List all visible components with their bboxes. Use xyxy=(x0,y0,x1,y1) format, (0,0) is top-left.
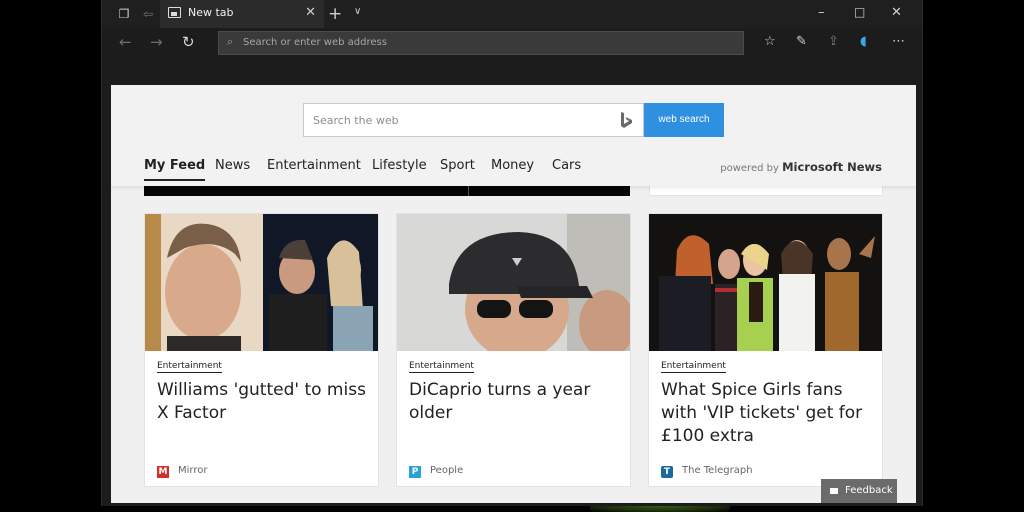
search-icon: ⌕ xyxy=(227,35,234,48)
refresh-icon[interactable]: ↻ xyxy=(182,33,195,51)
more-icon[interactable]: ⋯ xyxy=(892,34,905,50)
tab-news[interactable]: News xyxy=(215,158,250,173)
news-card[interactable]: Entertainment DiCaprio turns a year olde… xyxy=(396,213,631,487)
close-tab-icon[interactable]: ✕ xyxy=(305,5,316,21)
back-arrow-icon[interactable]: ← xyxy=(119,33,132,51)
navigation-bar: ← → ↻ ⌕ Search or enter web address ☆ ✎ … xyxy=(102,28,922,58)
title-bar: ❐ ⇦ New tab ✕ + ∨ – □ ✕ xyxy=(102,0,922,28)
forward-arrow-icon[interactable]: → xyxy=(150,33,163,51)
powered-by[interactable]: powered by Microsoft News xyxy=(720,160,882,174)
web-search-input[interactable] xyxy=(304,104,604,136)
tab-cars[interactable]: Cars xyxy=(552,158,581,173)
people-logo-icon: P xyxy=(409,466,421,478)
plus-icon[interactable]: + xyxy=(328,4,342,24)
mirror-logo-icon: M xyxy=(157,466,169,478)
minimize-icon[interactable]: – xyxy=(818,5,825,20)
card-title[interactable]: What Spice Girls fans with 'VIP tickets'… xyxy=(661,379,876,448)
tab-new-tab[interactable]: New tab ✕ xyxy=(160,0,324,28)
powered-by-brand: Microsoft News xyxy=(782,160,882,174)
news-card[interactable]: Entertainment What Spice Girls fans with… xyxy=(648,213,883,487)
web-search-box xyxy=(303,103,644,137)
newtab-favicon-icon xyxy=(168,7,181,18)
chevron-down-icon[interactable]: ∨ xyxy=(354,6,361,17)
card-image xyxy=(397,214,630,351)
shield-extension-icon[interactable]: ◖ xyxy=(860,34,867,50)
restore-tabs-icon[interactable]: ⇦ xyxy=(140,6,156,22)
card-category[interactable]: Entertainment xyxy=(661,361,726,373)
feedback-button[interactable]: Feedback xyxy=(821,479,897,503)
news-card[interactable]: Entertainment Williams 'gutted' to miss … xyxy=(144,213,379,487)
previous-card-divider xyxy=(468,186,469,196)
card-category[interactable]: Entertainment xyxy=(157,361,222,373)
web-search-button[interactable]: web search xyxy=(644,103,724,137)
powered-by-prefix: powered by xyxy=(720,163,779,174)
tab-money[interactable]: Money xyxy=(491,158,534,173)
tab-entertainment[interactable]: Entertainment xyxy=(267,158,361,173)
card-photo-dicaprio xyxy=(397,214,630,351)
feedback-label: Feedback xyxy=(845,485,893,496)
new-tab-page: web search My Feed News Entertainment Li… xyxy=(111,85,916,503)
tabs-aside-icon[interactable]: ❐ xyxy=(116,6,132,22)
card-photo-spice-girls xyxy=(649,214,882,351)
card-image xyxy=(145,214,378,351)
bing-logo-icon xyxy=(621,112,632,128)
telegraph-logo-icon: T xyxy=(661,466,673,478)
source-name: Mirror xyxy=(178,465,208,476)
tab-sport[interactable]: Sport xyxy=(440,158,475,173)
tab-my-feed[interactable]: My Feed xyxy=(144,158,206,181)
source-name: People xyxy=(430,465,464,476)
card-photo-williams xyxy=(145,214,378,351)
browser-window: ❐ ⇦ New tab ✕ + ∨ – □ ✕ ← → ↻ ⌕ Search o… xyxy=(101,0,923,506)
favorites-icon[interactable]: ☆ xyxy=(764,34,776,50)
feedback-icon xyxy=(830,488,838,494)
pen-icon[interactable]: ✎ xyxy=(796,34,807,50)
card-category[interactable]: Entertainment xyxy=(409,361,474,373)
card-image xyxy=(649,214,882,351)
card-title[interactable]: DiCaprio turns a year older xyxy=(409,379,624,425)
previous-card-bottom-right xyxy=(649,186,883,196)
card-title[interactable]: Williams 'gutted' to miss X Factor xyxy=(157,379,372,425)
page-header: web search My Feed News Entertainment Li… xyxy=(111,85,916,186)
maximize-icon[interactable]: □ xyxy=(854,5,865,19)
address-placeholder: Search or enter web address xyxy=(243,37,387,48)
close-icon[interactable]: ✕ xyxy=(891,5,902,20)
previous-card-bottom xyxy=(144,186,630,196)
share-icon[interactable]: ⇪ xyxy=(828,34,839,50)
source-name: The Telegraph xyxy=(682,465,753,476)
tab-title: New tab xyxy=(188,6,234,19)
address-bar[interactable]: ⌕ Search or enter web address xyxy=(218,31,744,55)
tab-lifestyle[interactable]: Lifestyle xyxy=(372,158,427,173)
